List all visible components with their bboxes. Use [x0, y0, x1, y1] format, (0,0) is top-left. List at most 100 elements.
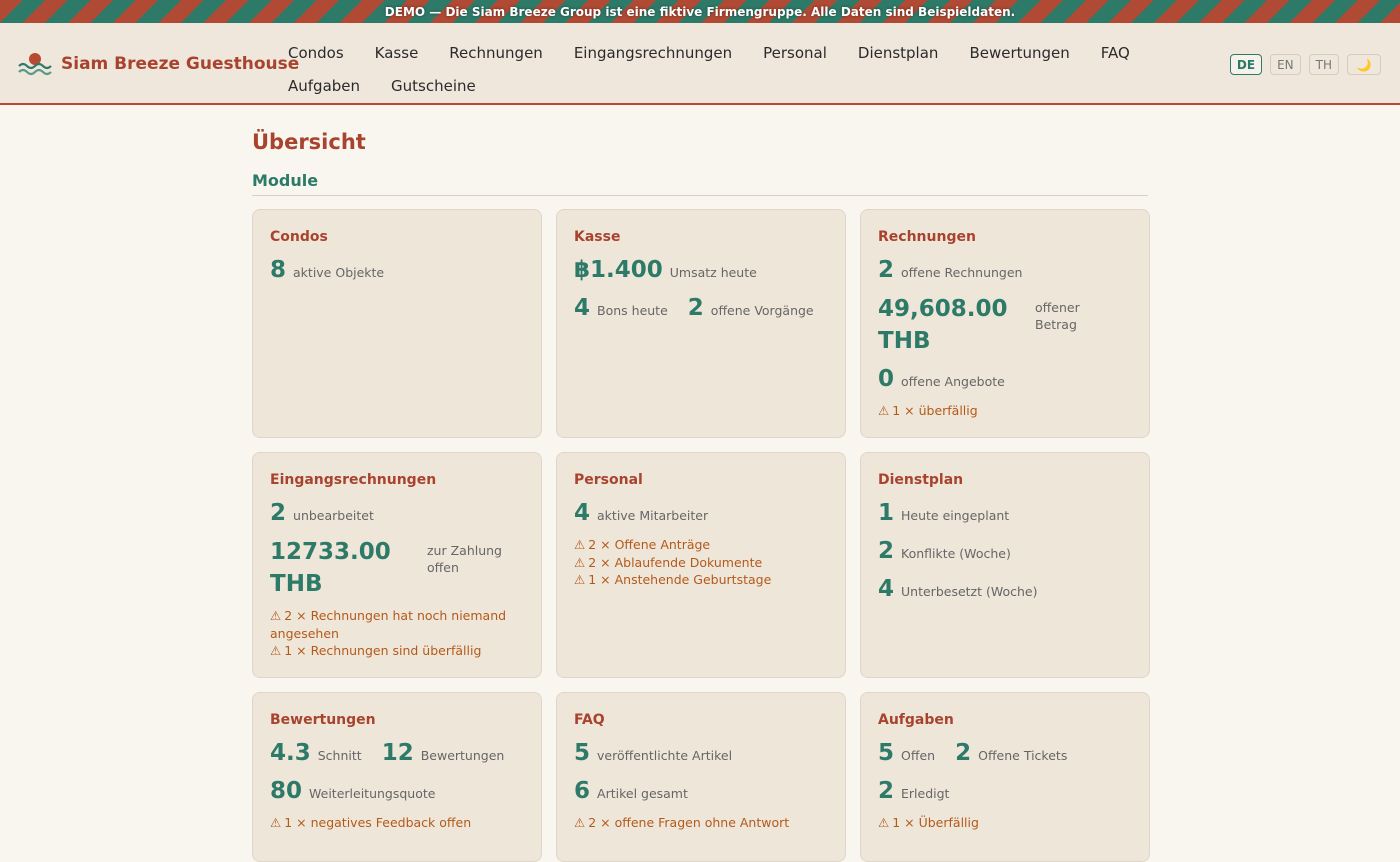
lang-th-button[interactable]: TH: [1308, 54, 1339, 75]
warning-icon: ⚠: [878, 815, 890, 830]
stat-value: 4.3: [270, 740, 311, 766]
card-title: Dienstplan: [878, 472, 964, 488]
main-content: Übersicht Module Condos 8 aktive Objekte…: [252, 127, 1150, 862]
stat-value: 49,608.00 THB: [878, 296, 1008, 354]
warning-item: ⚠ 2 × Ablaufende Dokumente: [574, 554, 763, 570]
stat-label: Artikel gesamt: [597, 786, 688, 801]
module-grid: Condos 8 aktive Objekte Kasse ฿1.400 Ums…: [252, 209, 1150, 862]
main-nav: Condos Kasse Rechnungen Eingangsrechnung…: [288, 37, 1208, 103]
stat-label: Umsatz heute: [669, 265, 757, 280]
card-title: Bewertungen: [270, 712, 376, 728]
sun-over-waves-logo-icon: [18, 51, 52, 77]
nav-item-faq[interactable]: FAQ: [1101, 37, 1130, 70]
warning-icon: ⚠: [574, 554, 586, 570]
warning-item: ⚠ 1 × Rechnungen sind überfällig: [270, 643, 482, 658]
nav-item-rechnungen[interactable]: Rechnungen: [449, 37, 543, 70]
card-personal[interactable]: Personal 4 aktive Mitarbeiter ⚠ 2 × Offen…: [556, 452, 846, 678]
card-bewertungen[interactable]: Bewertungen 4.3 Schnitt 12 Bewertungen 8…: [252, 692, 542, 862]
theme-toggle-button[interactable]: 🌙: [1347, 54, 1381, 75]
page-title: Übersicht: [252, 130, 366, 154]
card-title: Eingangsrechnungen: [270, 472, 437, 488]
stat-label: Erledigt: [901, 786, 950, 801]
warning-item: ⚠ 1 × überfällig: [878, 403, 978, 418]
nav-item-eingangsrechnungen[interactable]: Eingangsrechnungen: [574, 37, 732, 70]
stat-label: Schnitt: [317, 748, 362, 763]
stat-label: offener Betrag: [1035, 300, 1080, 332]
stat-label: offene Rechnungen: [901, 265, 1023, 280]
nav-item-aufgaben[interactable]: Aufgaben: [288, 70, 360, 103]
stat-value: ฿1.400: [574, 257, 663, 283]
stat-value: 2: [878, 538, 895, 564]
warning-item: ⚠ 2 × offene Fragen ohne Antwort: [574, 815, 790, 830]
card-title: Rechnungen: [878, 229, 976, 245]
warning-icon: ⚠: [574, 537, 586, 552]
warning-icon: ⚠: [270, 643, 282, 658]
warning-icon: ⚠: [574, 815, 586, 830]
demo-banner-text: DEMO — Die Siam Breeze Group ist eine fi…: [384, 4, 1016, 19]
nav-item-gutscheine[interactable]: Gutscheine: [391, 70, 476, 103]
stat-label: Konflikte (Woche): [901, 546, 1011, 561]
card-faq[interactable]: FAQ 5 veröffentlichte Artikel 6 Artikel …: [556, 692, 846, 862]
card-title: Kasse: [574, 229, 621, 245]
stat-label: Bons heute: [597, 303, 668, 318]
warning-icon: ⚠: [270, 815, 282, 830]
stat-label: aktive Objekte: [293, 265, 385, 280]
stat-value: 5: [878, 740, 895, 766]
lang-de-button[interactable]: DE: [1229, 54, 1263, 75]
warning-item: ⚠ 1 × Überfällig: [878, 815, 979, 830]
stat-label: offene Angebote: [901, 374, 1005, 389]
stat-value: 80: [270, 778, 303, 804]
card-title: Personal: [574, 472, 643, 488]
stat-label: Offen: [901, 748, 936, 763]
stat-value: 6: [574, 778, 591, 804]
brand-name: Siam Breeze Guesthouse: [61, 54, 300, 74]
card-kasse[interactable]: Kasse ฿1.400 Umsatz heute 4 Bons heute 2…: [556, 209, 846, 438]
stat-label: veröffentlichte Artikel: [597, 748, 733, 763]
lang-en-button[interactable]: EN: [1270, 54, 1301, 75]
stat-label: Bewertungen: [420, 748, 505, 763]
warning-item: ⚠ 2 × Offene Anträge: [574, 537, 711, 552]
nav-item-personal[interactable]: Personal: [763, 37, 827, 70]
stat-label: Heute eingeplant: [901, 508, 1010, 523]
stat-label: Unterbesetzt (Woche): [901, 584, 1038, 599]
stat-value: 2: [687, 295, 704, 321]
card-eingangsrechnungen[interactable]: Eingangsrechnungen 2 unbearbeitet 12733.…: [252, 452, 542, 678]
stat-label: Offene Tickets: [978, 748, 1068, 763]
brand-link[interactable]: Siam Breeze Guesthouse: [18, 51, 299, 77]
nav-item-dienstplan[interactable]: Dienstplan: [858, 37, 939, 70]
stat-value: 2: [878, 257, 895, 283]
stat-label: unbearbeitet: [293, 508, 374, 523]
stat-label: offene Vorgänge: [710, 303, 814, 318]
demo-banner: DEMO — Die Siam Breeze Group ist eine fi…: [0, 0, 1400, 23]
card-dienstplan[interactable]: Dienstplan 1 Heute eingeplant 2 Konflikt…: [860, 452, 1150, 678]
stat-value: 8: [270, 257, 287, 283]
card-title: Aufgaben: [878, 712, 954, 728]
nav-item-bewertungen[interactable]: Bewertungen: [969, 37, 1069, 70]
card-aufgaben[interactable]: Aufgaben 5 Offen 2 Offene Tickets 2 Erle…: [860, 692, 1150, 862]
language-switcher: DE EN TH 🌙: [1229, 54, 1381, 75]
warning-item: ⚠ 2 × Rechnungen hat noch niemand angeseh…: [270, 608, 507, 641]
stat-label: Weiterleitungsquote: [309, 786, 436, 801]
top-header: Siam Breeze Guesthouse Condos Kasse Rech…: [0, 23, 1400, 105]
card-rechnungen[interactable]: Rechnungen 2 offene Rechnungen 49,608.00…: [860, 209, 1150, 438]
warning-icon: ⚠: [574, 572, 586, 587]
stat-value: 2: [955, 740, 972, 766]
stat-label: aktive Mitarbeiter: [597, 508, 709, 523]
stat-label: zur Zahlung offen: [427, 543, 502, 575]
stat-value: 12733.00 THB: [270, 539, 391, 597]
nav-item-kasse[interactable]: Kasse: [375, 37, 419, 70]
warning-icon: ⚠: [878, 403, 890, 418]
stat-value: 2: [270, 500, 287, 526]
section-title: Module: [252, 171, 1148, 196]
stat-value: 1: [878, 500, 895, 526]
stat-value: 12: [381, 740, 414, 766]
stat-value: 4: [574, 295, 591, 321]
stat-value: 2: [878, 778, 895, 804]
nav-item-condos[interactable]: Condos: [288, 37, 344, 70]
stat-value: 4: [878, 576, 895, 602]
card-condos[interactable]: Condos 8 aktive Objekte: [252, 209, 542, 438]
warning-item: ⚠ 1 × negatives Feedback offen: [270, 815, 472, 830]
stat-value: 4: [574, 500, 591, 526]
stat-value: 5: [574, 740, 591, 766]
warning-item: ⚠ 1 × Anstehende Geburtstage: [574, 572, 772, 587]
